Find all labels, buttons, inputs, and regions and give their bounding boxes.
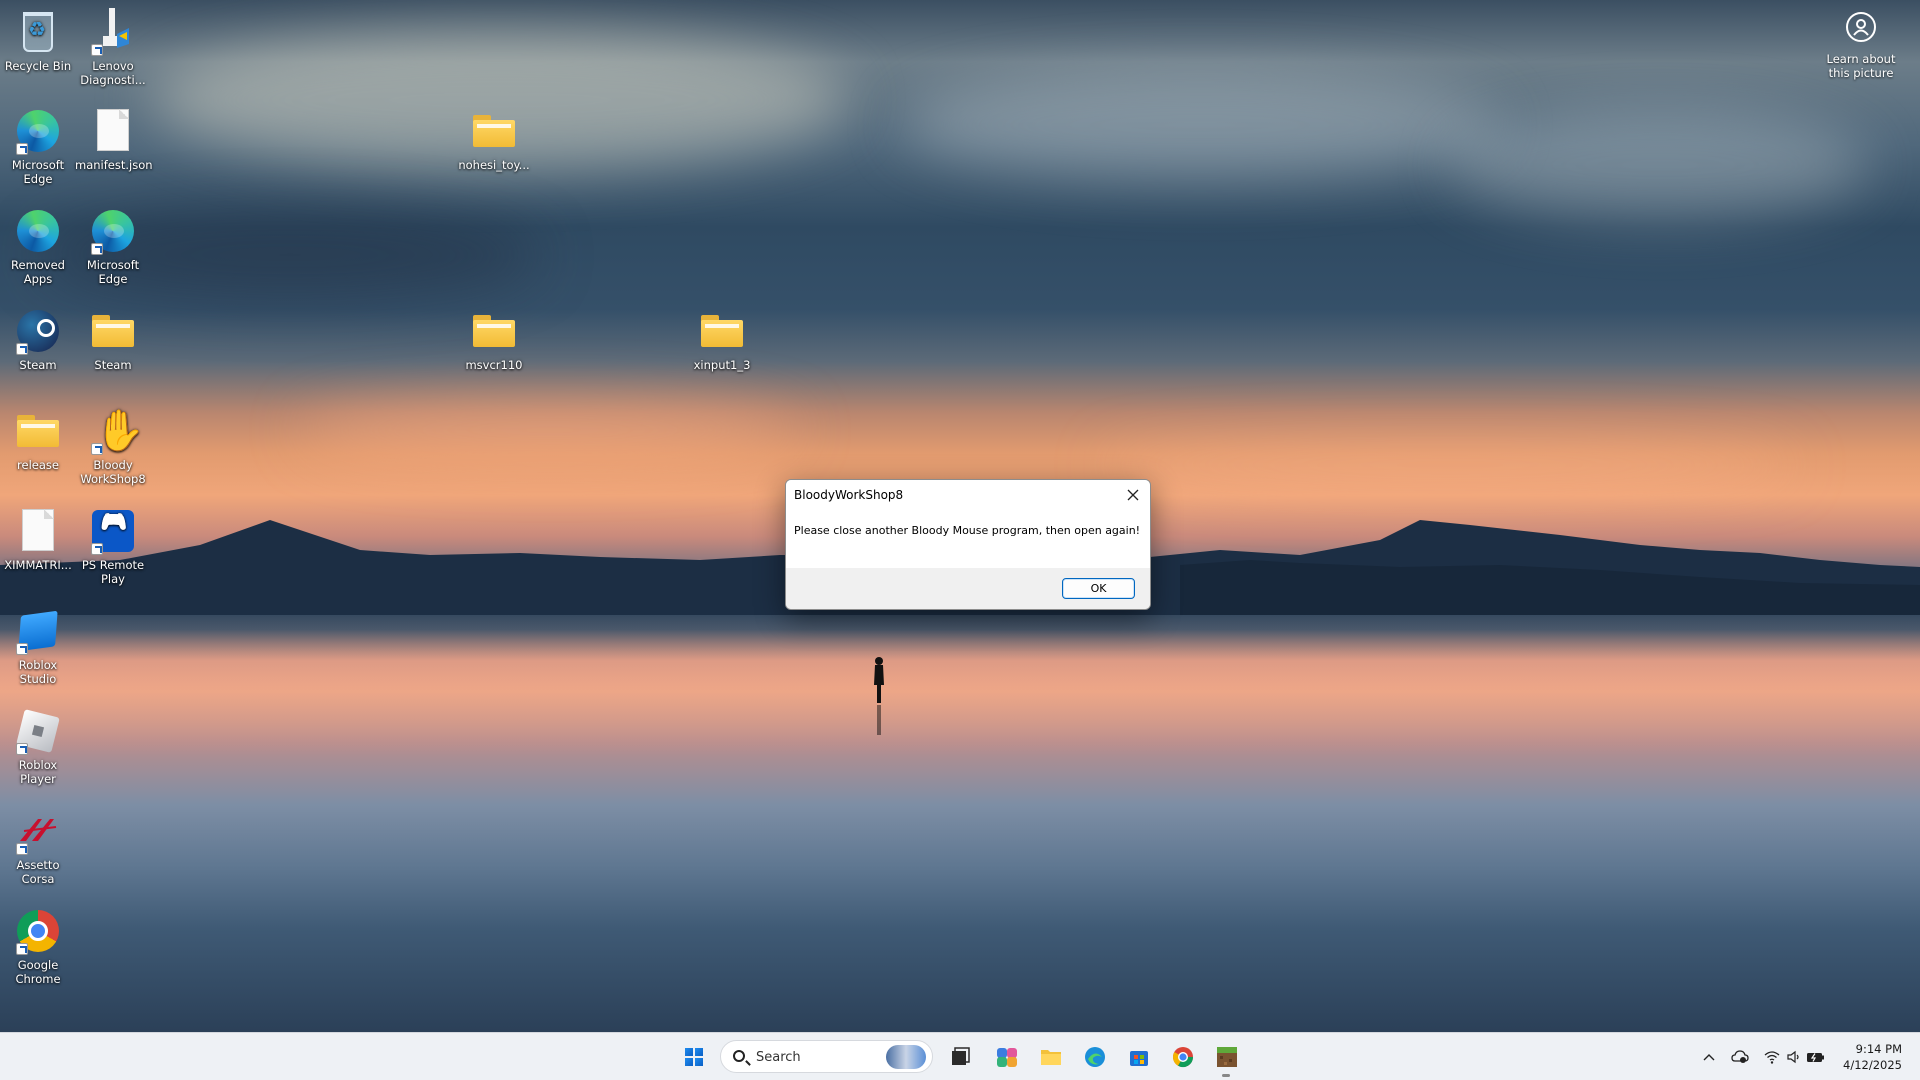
search-box[interactable]: Search <box>720 1040 933 1073</box>
assetto-corsa-icon <box>14 807 62 855</box>
quick-settings-button[interactable] <box>1760 1039 1830 1075</box>
edge-icon <box>14 107 62 155</box>
search-highlight-icon <box>886 1045 926 1069</box>
folder-icon <box>470 107 518 155</box>
edge-taskbar-button[interactable] <box>1077 1039 1113 1075</box>
volume-icon <box>1787 1050 1799 1064</box>
desktop-icon-ximmatri[interactable]: XIMMATRI... <box>0 507 76 572</box>
minecraft-running-indicator <box>1222 1074 1230 1077</box>
desktop-icon-google-chrome[interactable]: Google Chrome <box>0 907 76 986</box>
desktop-icon-assetto-corsa[interactable]: Assetto Corsa <box>0 807 76 886</box>
close-button[interactable] <box>1120 482 1146 508</box>
file-explorer-button[interactable] <box>1033 1039 1069 1075</box>
start-button[interactable] <box>676 1039 712 1075</box>
roblox-player-icon <box>14 707 62 755</box>
cloud-vpn-icon <box>1731 1050 1749 1063</box>
edge-icon <box>14 207 62 255</box>
chrome-icon <box>14 907 62 955</box>
file-icon <box>89 107 137 155</box>
folder-icon <box>698 307 746 355</box>
desktop-icon-microsoft-edge[interactable]: Microsoft Edge <box>0 107 76 186</box>
desktop-icon-microsoft-edge-2[interactable]: Microsoft Edge <box>75 207 151 286</box>
clock[interactable]: 9:14 PM 4/12/2025 <box>1843 1041 1902 1073</box>
clock-date: 4/12/2025 <box>1843 1058 1902 1072</box>
tray-onedrive-button[interactable] <box>1728 1039 1754 1075</box>
ps-remote-play-icon <box>89 507 137 555</box>
minecraft-icon <box>1217 1047 1237 1067</box>
steam-icon <box>14 307 62 355</box>
desktop-icon-steam-folder[interactable]: Steam <box>75 307 151 372</box>
folder-icon <box>470 307 518 355</box>
battery-charging-icon <box>1807 1053 1824 1062</box>
desktop-icon-nohesi-toy[interactable]: nohesi_toy... <box>456 107 532 172</box>
desktop-icon-recycle-bin[interactable]: Recycle Bin <box>0 8 76 73</box>
folder-icon <box>14 407 62 455</box>
chevron-up-icon <box>1703 1054 1715 1061</box>
edge-icon <box>89 207 137 255</box>
desktop-icon-roblox-studio[interactable]: Roblox Studio <box>0 607 76 686</box>
desktop-icon-removed-apps[interactable]: Removed Apps <box>0 207 76 286</box>
search-icon <box>733 1050 745 1062</box>
desktop-icon-bloody-workshop8[interactable]: ✋ Bloody WorkShop8 <box>75 407 151 486</box>
bloody-hand-icon: ✋ <box>89 407 145 455</box>
dialog-footer: OK <box>786 568 1150 609</box>
minecraft-button[interactable] <box>1209 1039 1245 1075</box>
clock-time: 9:14 PM <box>1855 1042 1902 1056</box>
dialog-title: BloodyWorkShop8 <box>794 488 904 502</box>
roblox-studio-icon <box>14 607 62 655</box>
copilot-button[interactable] <box>989 1039 1025 1075</box>
learn-about-label: Learn about this picture <box>1826 52 1896 80</box>
task-view-button[interactable] <box>942 1039 978 1075</box>
close-icon <box>1127 489 1139 501</box>
camera-icon <box>1846 12 1876 42</box>
lenovo-diagnostics-icon <box>89 8 137 56</box>
file-explorer-icon <box>1041 1050 1061 1065</box>
desktop-icon-steam[interactable]: Steam <box>0 307 76 372</box>
folder-icon <box>89 307 137 355</box>
desktop-icon-manifest-json[interactable]: manifest.json <box>75 107 153 172</box>
task-view-icon <box>952 1047 970 1065</box>
chrome-icon <box>1172 1047 1194 1068</box>
copilot-icon <box>997 1048 1017 1067</box>
edge-icon <box>1085 1047 1105 1067</box>
store-button[interactable] <box>1121 1039 1157 1075</box>
store-icon <box>1130 1051 1148 1066</box>
taskbar: Search 9:14 PM 4/12/2025 <box>0 1032 1920 1080</box>
desktop-icon-release[interactable]: release <box>0 407 76 472</box>
tray-overflow-button[interactable] <box>1697 1039 1721 1075</box>
desktop-icon-ps-remote-play[interactable]: PS Remote Play <box>75 507 151 586</box>
wifi-icon <box>1764 1051 1780 1064</box>
recycle-bin-icon <box>14 8 62 56</box>
desktop-icon-lenovo-diagnostics[interactable]: Lenovo Diagnosti... <box>75 8 151 87</box>
ok-button[interactable]: OK <box>1062 578 1135 599</box>
error-dialog: BloodyWorkShop8 Please close another Blo… <box>785 479 1151 610</box>
start-icon <box>685 1048 703 1066</box>
desktop-icon-xinput1-3[interactable]: xinput1_3 <box>684 307 760 372</box>
search-placeholder: Search <box>756 1050 801 1065</box>
file-icon <box>14 507 62 555</box>
dialog-body: Please close another Bloody Mouse progra… <box>786 510 1150 570</box>
desktop-icon-roblox-player[interactable]: Roblox Player <box>0 707 76 786</box>
wallpaper-person <box>874 657 884 735</box>
dialog-titlebar[interactable]: BloodyWorkShop8 <box>786 480 1150 510</box>
learn-about-picture[interactable]: Learn about this picture <box>1815 12 1907 80</box>
dialog-message: Please close another Bloody Mouse progra… <box>794 524 1141 537</box>
chrome-taskbar-button[interactable] <box>1165 1039 1201 1075</box>
desktop-icon-msvcr110[interactable]: msvcr110 <box>456 307 532 372</box>
